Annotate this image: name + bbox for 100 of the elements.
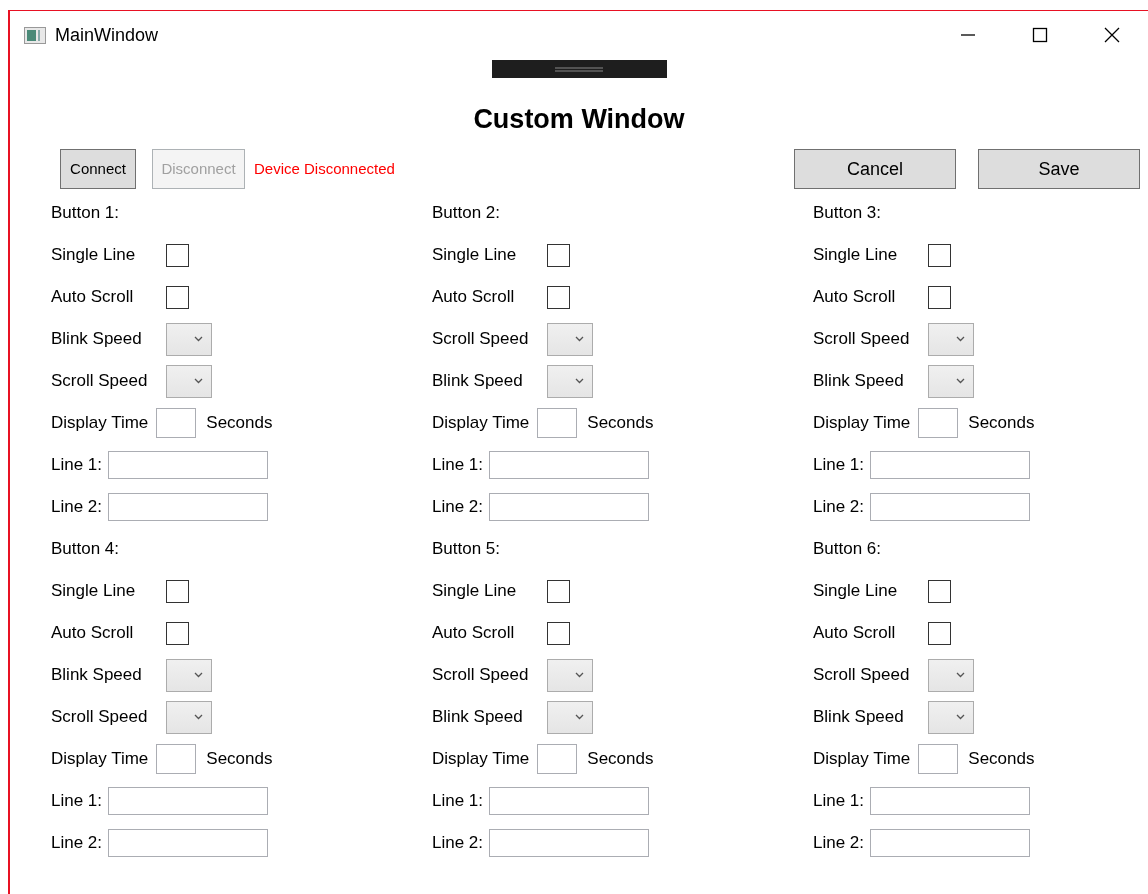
chevron-down-icon bbox=[575, 714, 584, 720]
dropdown[interactable] bbox=[928, 364, 974, 398]
field-label: Line 1: bbox=[813, 790, 865, 813]
time-input-field[interactable] bbox=[537, 744, 578, 774]
field-label: Auto Scroll bbox=[432, 622, 516, 645]
field-label: Single Line bbox=[813, 244, 899, 267]
field-label: Auto Scroll bbox=[813, 286, 897, 309]
checkbox[interactable] bbox=[547, 243, 570, 267]
chevron-down-icon bbox=[194, 378, 203, 384]
field-label: Single Line bbox=[432, 580, 518, 603]
chevron-down-icon bbox=[956, 336, 965, 342]
time-input-field[interactable] bbox=[918, 744, 959, 774]
dropdown[interactable] bbox=[166, 322, 212, 356]
unit-label: Seconds bbox=[968, 748, 1035, 771]
field-label: Scroll Speed bbox=[51, 706, 149, 729]
chevron-down-icon bbox=[575, 672, 584, 678]
dropdown[interactable] bbox=[166, 700, 212, 734]
checkbox[interactable] bbox=[547, 285, 570, 309]
save-button[interactable]: Save bbox=[978, 149, 1140, 189]
section-label: Button 1: bbox=[51, 202, 120, 225]
text-input-field[interactable] bbox=[489, 493, 650, 521]
cancel-button[interactable]: Cancel bbox=[794, 149, 956, 189]
checkbox[interactable] bbox=[928, 579, 951, 603]
field-label: Line 2: bbox=[813, 496, 865, 519]
field-label: Display Time bbox=[813, 412, 911, 435]
dropdown[interactable] bbox=[166, 364, 212, 398]
unit-label: Seconds bbox=[206, 748, 273, 771]
section-label: Button 2: bbox=[432, 202, 501, 225]
section-label: Button 4: bbox=[51, 538, 120, 561]
text-input-field[interactable] bbox=[489, 829, 650, 857]
dropdown[interactable] bbox=[928, 322, 974, 356]
field-label: Scroll Speed bbox=[432, 664, 530, 687]
section-label: Button 5: bbox=[432, 538, 501, 561]
checkbox[interactable] bbox=[166, 579, 189, 603]
field-label: Auto Scroll bbox=[51, 622, 135, 645]
text-input-field[interactable] bbox=[108, 451, 269, 479]
section-label: Button 3: bbox=[813, 202, 882, 225]
field-label: Line 2: bbox=[51, 496, 103, 519]
chevron-down-icon bbox=[194, 672, 203, 678]
field-label: Scroll Speed bbox=[813, 664, 911, 687]
time-input-field[interactable] bbox=[156, 744, 197, 774]
dropdown[interactable] bbox=[547, 700, 593, 734]
field-label: Single Line bbox=[51, 244, 137, 267]
checkbox[interactable] bbox=[166, 243, 189, 267]
unit-label: Seconds bbox=[587, 412, 654, 435]
field-label: Single Line bbox=[813, 580, 899, 603]
time-input-field[interactable] bbox=[918, 408, 959, 438]
text-input-field[interactable] bbox=[870, 493, 1031, 521]
text-input-field[interactable] bbox=[870, 787, 1031, 815]
field-label: Line 1: bbox=[51, 790, 103, 813]
checkbox[interactable] bbox=[547, 579, 570, 603]
checkbox[interactable] bbox=[166, 285, 189, 309]
text-input-field[interactable] bbox=[489, 451, 650, 479]
chevron-down-icon bbox=[956, 378, 965, 384]
dropdown[interactable] bbox=[547, 364, 593, 398]
text-input-field[interactable] bbox=[108, 829, 269, 857]
dropdown[interactable] bbox=[166, 658, 212, 692]
drag-handle[interactable] bbox=[491, 60, 667, 78]
field-label: Blink Speed bbox=[432, 706, 524, 729]
field-label: Scroll Speed bbox=[813, 328, 911, 351]
field-label: Scroll Speed bbox=[432, 328, 530, 351]
field-label: Display Time bbox=[432, 748, 530, 771]
unit-label: Seconds bbox=[968, 412, 1035, 435]
unit-label: Seconds bbox=[206, 412, 273, 435]
field-label: Line 2: bbox=[51, 832, 103, 855]
checkbox[interactable] bbox=[928, 285, 951, 309]
field-label: Auto Scroll bbox=[432, 286, 516, 309]
text-input-field[interactable] bbox=[489, 787, 650, 815]
field-label: Blink Speed bbox=[51, 328, 143, 351]
checkbox[interactable] bbox=[928, 621, 951, 645]
field-label: Scroll Speed bbox=[51, 370, 149, 393]
field-label: Line 2: bbox=[432, 496, 484, 519]
window-heading: Custom Window bbox=[472, 106, 686, 133]
checkbox[interactable] bbox=[547, 621, 570, 645]
dropdown[interactable] bbox=[928, 700, 974, 734]
text-input-field[interactable] bbox=[870, 829, 1031, 857]
field-label: Line 1: bbox=[432, 790, 484, 813]
field-label: Single Line bbox=[432, 244, 518, 267]
time-input-field[interactable] bbox=[537, 408, 578, 438]
text-input-field[interactable] bbox=[870, 451, 1031, 479]
field-label: Blink Speed bbox=[813, 706, 905, 729]
dropdown[interactable] bbox=[928, 658, 974, 692]
connect-button[interactable]: Connect bbox=[60, 149, 136, 189]
field-label: Line 2: bbox=[813, 832, 865, 855]
field-label: Blink Speed bbox=[813, 370, 905, 393]
field-label: Auto Scroll bbox=[51, 286, 135, 309]
text-input-field[interactable] bbox=[108, 787, 269, 815]
dropdown[interactable] bbox=[547, 322, 593, 356]
checkbox[interactable] bbox=[166, 621, 189, 645]
field-label: Blink Speed bbox=[51, 664, 143, 687]
dropdown[interactable] bbox=[547, 658, 593, 692]
chevron-down-icon bbox=[194, 714, 203, 720]
field-label: Single Line bbox=[51, 580, 137, 603]
time-input-field[interactable] bbox=[156, 408, 197, 438]
chevron-down-icon bbox=[956, 672, 965, 678]
section-label: Button 6: bbox=[813, 538, 882, 561]
checkbox[interactable] bbox=[928, 243, 951, 267]
minimize-icon bbox=[960, 34, 976, 36]
text-input-field[interactable] bbox=[108, 493, 269, 521]
field-label: Display Time bbox=[51, 748, 149, 771]
